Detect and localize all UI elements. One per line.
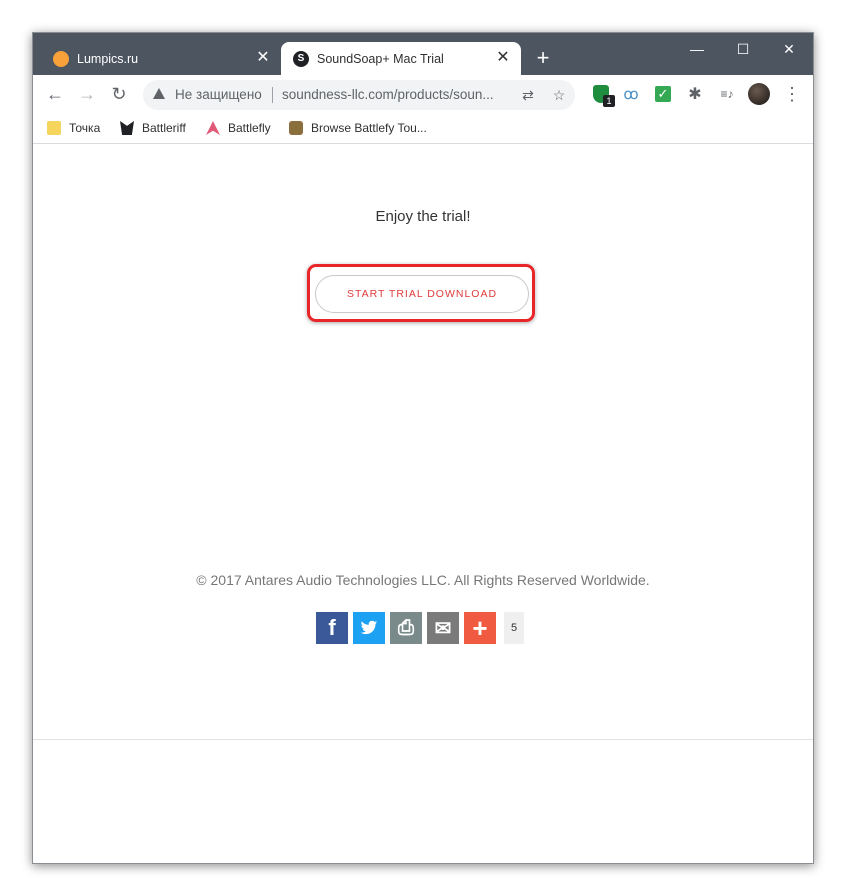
bookmark-label: Точка — [69, 121, 101, 135]
start-trial-download-button[interactable]: START TRIAL DOWNLOAD — [315, 275, 529, 313]
orange-circle-icon — [53, 50, 69, 67]
avatar — [748, 83, 770, 105]
browser-toolbar: ← → ↻ Не защищено soundness-llc.com/prod… — [33, 75, 813, 113]
facebook-icon: f — [328, 615, 336, 640]
media-control-icon[interactable]: ≡♪ — [716, 83, 738, 105]
page-content: Enjoy the trial! START TRIAL DOWNLOAD © … — [33, 144, 813, 863]
bookmark-label: Browse Battlefy Tou... — [311, 121, 427, 135]
plus-icon: + — [472, 612, 488, 643]
title-bar: Lumpics.ru ✕ S SoundSoap+ Mac Trial ✕ + … — [33, 33, 813, 75]
bookmark-label: Battleriff — [142, 121, 186, 135]
close-icon[interactable]: ✕ — [495, 50, 511, 66]
email-icon: ✉ — [434, 617, 452, 640]
close-icon[interactable]: ✕ — [255, 50, 271, 66]
translate-icon[interactable]: ⇄ — [519, 86, 537, 104]
bookmark-item[interactable]: Browse Battlefy Tou... — [289, 118, 427, 138]
security-status[interactable]: Не защищено — [175, 87, 262, 102]
email-share-button[interactable]: ✉ — [427, 612, 459, 644]
battlefly-icon — [206, 121, 220, 135]
twitter-share-button[interactable] — [353, 612, 385, 644]
page-heading: Enjoy the trial! — [375, 208, 471, 225]
forward-button[interactable]: → — [76, 83, 98, 105]
bookmark-label: Battlefly — [228, 121, 271, 135]
warning-icon — [153, 88, 165, 99]
check-icon: ✓ — [655, 86, 671, 102]
profile-avatar[interactable] — [748, 83, 770, 105]
bookmark-item[interactable]: Battlefly — [206, 118, 271, 138]
menu-kebab-icon[interactable]: ⋮ — [781, 83, 803, 105]
divider — [272, 87, 273, 103]
shield-extension-icon[interactable]: 1 — [590, 83, 615, 107]
tab-title: Lumpics.ru — [77, 51, 139, 66]
extension-badge: 1 — [603, 95, 615, 107]
bookmarks-bar: Точка Battleriff Battlefly Browse Battle… — [33, 113, 813, 144]
divider — [33, 739, 813, 740]
tab-soundsoap[interactable]: S SoundSoap+ Mac Trial ✕ — [281, 42, 521, 75]
battlefy-icon — [289, 121, 303, 135]
bookmark-star-icon[interactable]: ☆ — [550, 86, 568, 104]
print-icon: ⎙ — [398, 616, 414, 639]
url-text[interactable]: soundness-llc.com/products/soun... — [282, 87, 494, 102]
browser-window: Lumpics.ru ✕ S SoundSoap+ Mac Trial ✕ + … — [32, 32, 814, 864]
folder-icon — [47, 121, 61, 135]
shield-icon: 1 — [593, 85, 615, 107]
bookmark-item[interactable]: Точка — [47, 118, 100, 138]
tab-title: SoundSoap+ Mac Trial — [317, 51, 444, 66]
close-window-button[interactable]: ✕ — [769, 39, 809, 59]
back-button[interactable]: ← — [44, 83, 66, 105]
puzzle-icon[interactable]: ✱ — [684, 83, 706, 105]
more-share-button[interactable]: + — [464, 612, 496, 644]
bookmark-item[interactable]: Battleriff — [120, 118, 186, 138]
address-bar[interactable]: Не защищено soundness-llc.com/products/s… — [143, 80, 575, 110]
s-logo-icon: S — [293, 50, 309, 67]
wolf-icon — [120, 121, 134, 135]
checkmark-extension-icon[interactable]: ✓ — [652, 83, 674, 105]
new-tab-button[interactable]: + — [531, 47, 555, 71]
copyright-text: © 2017 Antares Audio Technologies LLC. A… — [196, 572, 650, 588]
glasses-extension-icon[interactable]: ꝏ — [620, 83, 642, 105]
facebook-share-button[interactable]: f — [316, 612, 348, 644]
reload-button[interactable]: ↻ — [108, 83, 130, 105]
tab-lumpics[interactable]: Lumpics.ru ✕ — [41, 42, 281, 75]
twitter-icon — [360, 620, 378, 635]
print-share-button[interactable]: ⎙ — [390, 612, 422, 644]
maximize-button[interactable]: ☐ — [723, 39, 763, 59]
minimize-button[interactable]: — — [677, 39, 717, 59]
share-count: 5 — [504, 612, 524, 644]
